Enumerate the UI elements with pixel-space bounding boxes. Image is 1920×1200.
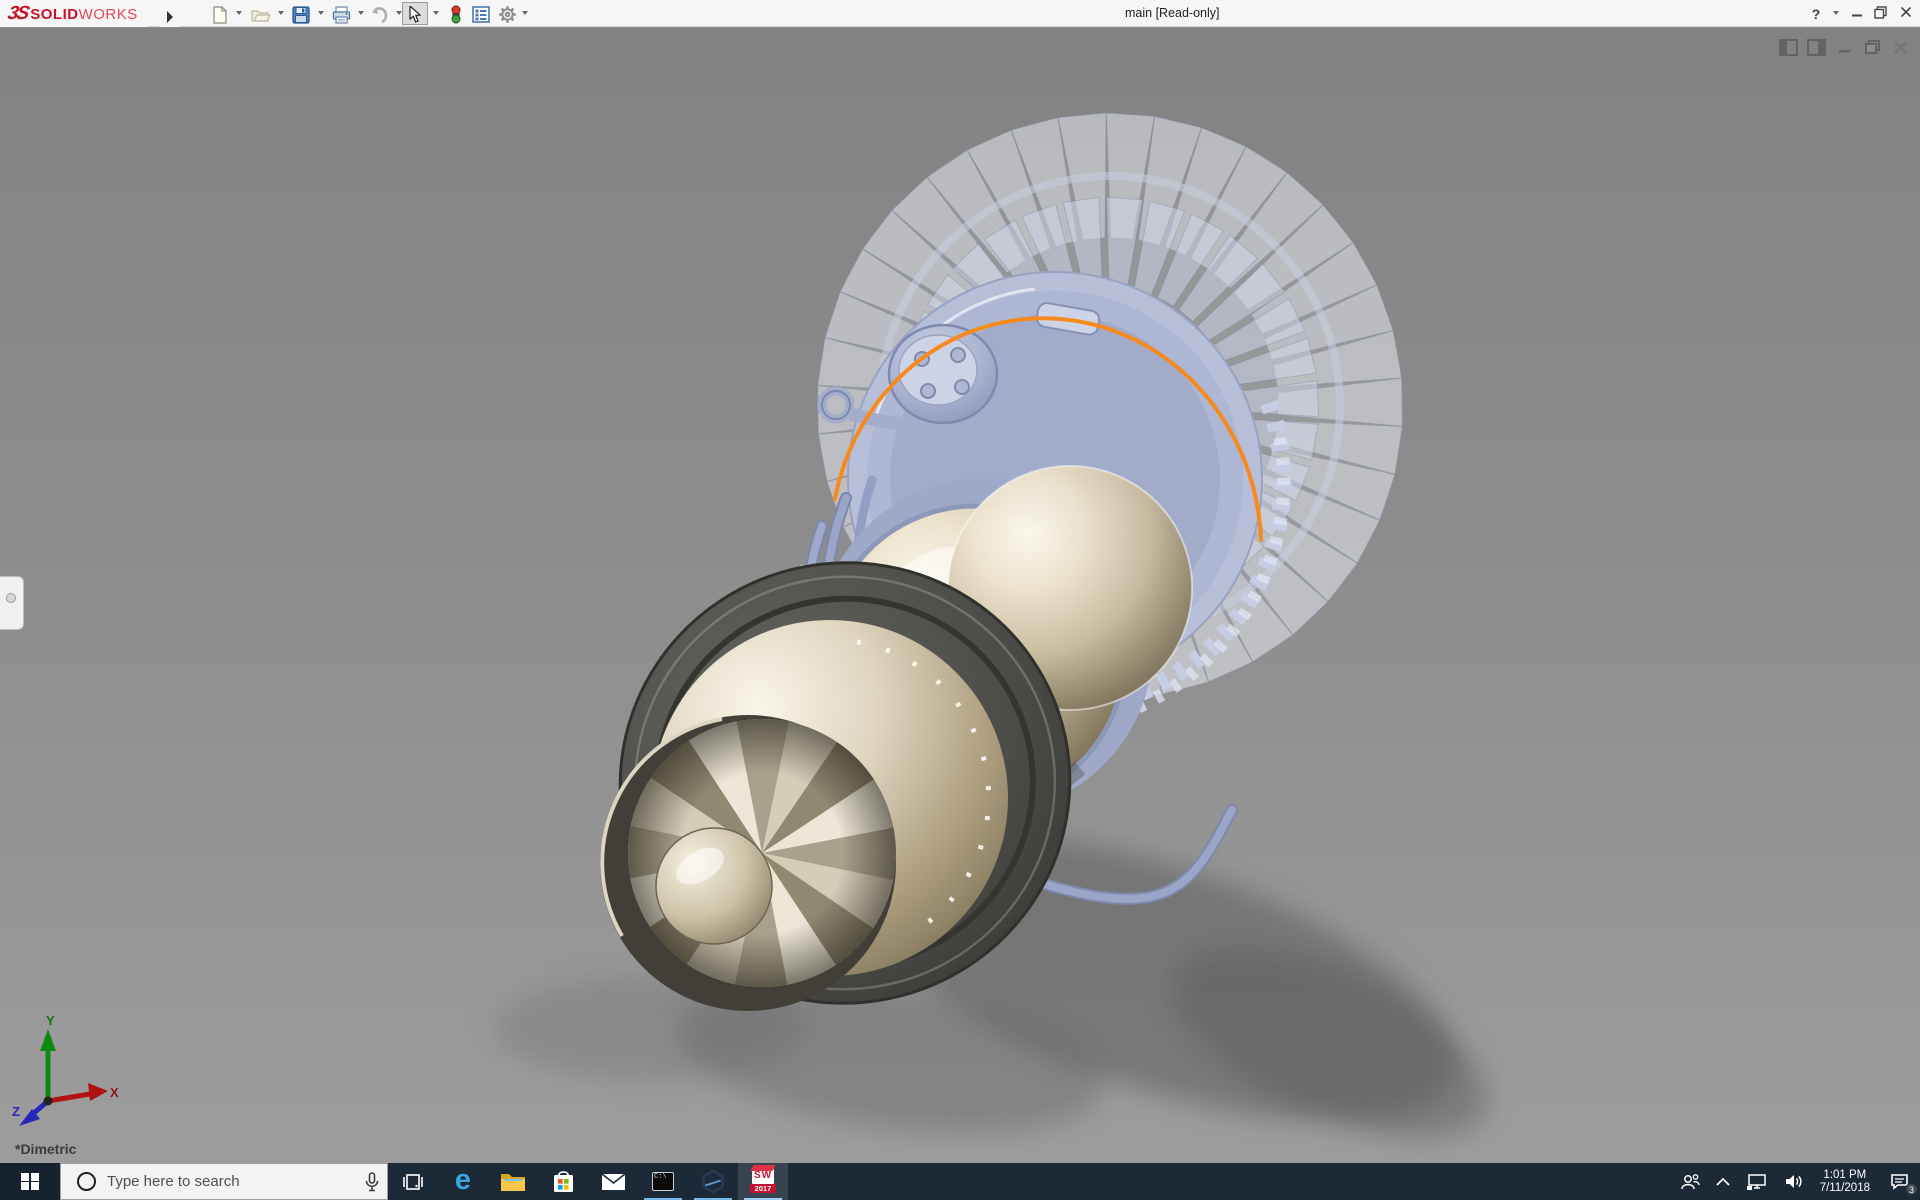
- minimize-button[interactable]: [1846, 0, 1868, 27]
- orientation-triad: Y X Z: [12, 1015, 119, 1126]
- show-right-pane-button[interactable]: [1807, 39, 1826, 58]
- speaker-icon: [1785, 1175, 1802, 1188]
- start-button[interactable]: [0, 1163, 60, 1200]
- chevron-up-icon: [1716, 1177, 1730, 1186]
- network-icon: [1746, 1173, 1766, 1190]
- triad-z-label: Z: [12, 1104, 20, 1119]
- open-folder-icon: [251, 9, 271, 22]
- solidworks-logo: 3SSOLIDWORKS: [0, 0, 148, 27]
- rebuild-traffic-light-icon: [451, 5, 461, 24]
- minimize-icon: [1852, 14, 1862, 17]
- panel-tab-handle-icon: [6, 593, 16, 603]
- doc-restore-button[interactable]: [1863, 39, 1882, 58]
- graphics-viewport[interactable]: Y X Z *Dimetric: [0, 28, 1920, 1163]
- people-button[interactable]: [1672, 1163, 1708, 1200]
- edge-icon: e: [454, 1164, 472, 1196]
- triad-x-label: X: [110, 1085, 119, 1100]
- display-settings-icon: [472, 6, 490, 23]
- taskbar-app-command-prompt[interactable]: C:\: [638, 1163, 688, 1200]
- options-gear-icon: [498, 6, 516, 23]
- model-window-controls: [1779, 39, 1910, 61]
- cortana-icon: [77, 1172, 96, 1191]
- hidden-icons-button[interactable]: [1708, 1163, 1738, 1200]
- flyout-arrow-icon: [167, 10, 173, 23]
- network-button[interactable]: [1738, 1163, 1776, 1200]
- window-title: main [Read-only]: [1125, 6, 1220, 20]
- close-icon: [1900, 6, 1912, 18]
- select-cursor-icon: [409, 6, 422, 23]
- taskbar-app-microsoft-edge[interactable]: e: [438, 1163, 488, 1200]
- close-button[interactable]: [1894, 0, 1918, 27]
- doc-close-icon: [1894, 40, 1907, 54]
- save-floppy-icon: [292, 5, 310, 24]
- restore-icon: [1873, 5, 1887, 19]
- undo-button[interactable]: [366, 2, 392, 25]
- search-input[interactable]: [105, 1172, 365, 1191]
- left-pane-icon: [1779, 39, 1798, 56]
- print-icon: [332, 5, 350, 24]
- select-caret[interactable]: [433, 11, 439, 15]
- doc-minimize-icon: [1838, 50, 1850, 53]
- doc-restore-icon: [1865, 40, 1880, 54]
- right-pane-icon: [1807, 39, 1826, 56]
- title-bar: 3SSOLIDWORKS main [Read-only] ?: [0, 0, 1920, 27]
- system-tray: 1:01 PM 7/11/2018 3: [1672, 1163, 1920, 1200]
- new-document-button[interactable]: [207, 2, 233, 25]
- solidworks-2017-icon: SW 2017: [750, 1168, 776, 1195]
- hexagon-app-icon: [702, 1169, 724, 1194]
- people-icon: [1680, 1173, 1700, 1189]
- open-caret[interactable]: [278, 11, 284, 15]
- command-prompt-icon: C:\: [652, 1172, 674, 1191]
- taskbar-app-microsoft-store[interactable]: [538, 1163, 588, 1200]
- file-explorer-icon: [501, 1174, 525, 1191]
- windows-taskbar: e C:\ SW 2017: [0, 1163, 1920, 1200]
- help-caret[interactable]: [1833, 11, 1839, 15]
- taskbar-search[interactable]: [60, 1163, 388, 1200]
- new-document-caret[interactable]: [236, 11, 242, 15]
- new-document-icon: [213, 5, 227, 24]
- options-caret[interactable]: [522, 11, 528, 15]
- volume-button[interactable]: [1776, 1163, 1812, 1200]
- menu-flyout-button[interactable]: [160, 0, 180, 27]
- taskbar-app-file-explorer[interactable]: [488, 1163, 538, 1200]
- collapsed-panel-tab[interactable]: [0, 576, 24, 630]
- mail-icon: [601, 1172, 625, 1190]
- options-gear-button[interactable]: [494, 2, 520, 25]
- doc-minimize-button[interactable]: [1835, 39, 1854, 58]
- microphone-icon[interactable]: [365, 1171, 379, 1192]
- undo-arrow-icon: [372, 6, 388, 23]
- save-caret[interactable]: [318, 11, 324, 15]
- open-button[interactable]: [248, 2, 274, 25]
- jet-engine-model[interactable]: [0, 28, 1920, 1163]
- triad-y-label: Y: [46, 1015, 55, 1028]
- windows-logo-icon: [21, 1172, 39, 1191]
- view-orientation-label: *Dimetric: [15, 1141, 77, 1157]
- task-view-button[interactable]: [388, 1163, 438, 1200]
- taskbar-app-mail[interactable]: [588, 1163, 638, 1200]
- task-view-icon: [403, 1173, 423, 1190]
- action-center-button[interactable]: 3: [1878, 1163, 1920, 1200]
- clock-time: 1:01 PM: [1823, 1168, 1867, 1181]
- taskbar-app-hexagon[interactable]: [688, 1163, 738, 1200]
- select-button[interactable]: [402, 2, 428, 25]
- shaft-hub: [655, 827, 773, 945]
- microsoft-store-icon: [553, 1171, 573, 1192]
- restore-button[interactable]: [1869, 0, 1891, 27]
- help-button[interactable]: ?: [1804, 0, 1828, 27]
- rebuild-traffic-light-button[interactable]: [443, 2, 469, 25]
- taskbar-clock[interactable]: 1:01 PM 7/11/2018: [1812, 1169, 1878, 1195]
- print-caret[interactable]: [358, 11, 364, 15]
- brand-glyph-icon: 3S: [5, 3, 30, 24]
- display-settings-button[interactable]: [468, 2, 494, 25]
- print-button[interactable]: [328, 2, 354, 25]
- notification-badge: 3: [1905, 1183, 1918, 1196]
- show-left-pane-button[interactable]: [1779, 39, 1798, 58]
- save-button[interactable]: [288, 2, 314, 25]
- clock-date: 7/11/2018: [1819, 1181, 1870, 1194]
- doc-close-button[interactable]: [1891, 39, 1910, 58]
- taskbar-app-solidworks[interactable]: SW 2017: [738, 1163, 788, 1200]
